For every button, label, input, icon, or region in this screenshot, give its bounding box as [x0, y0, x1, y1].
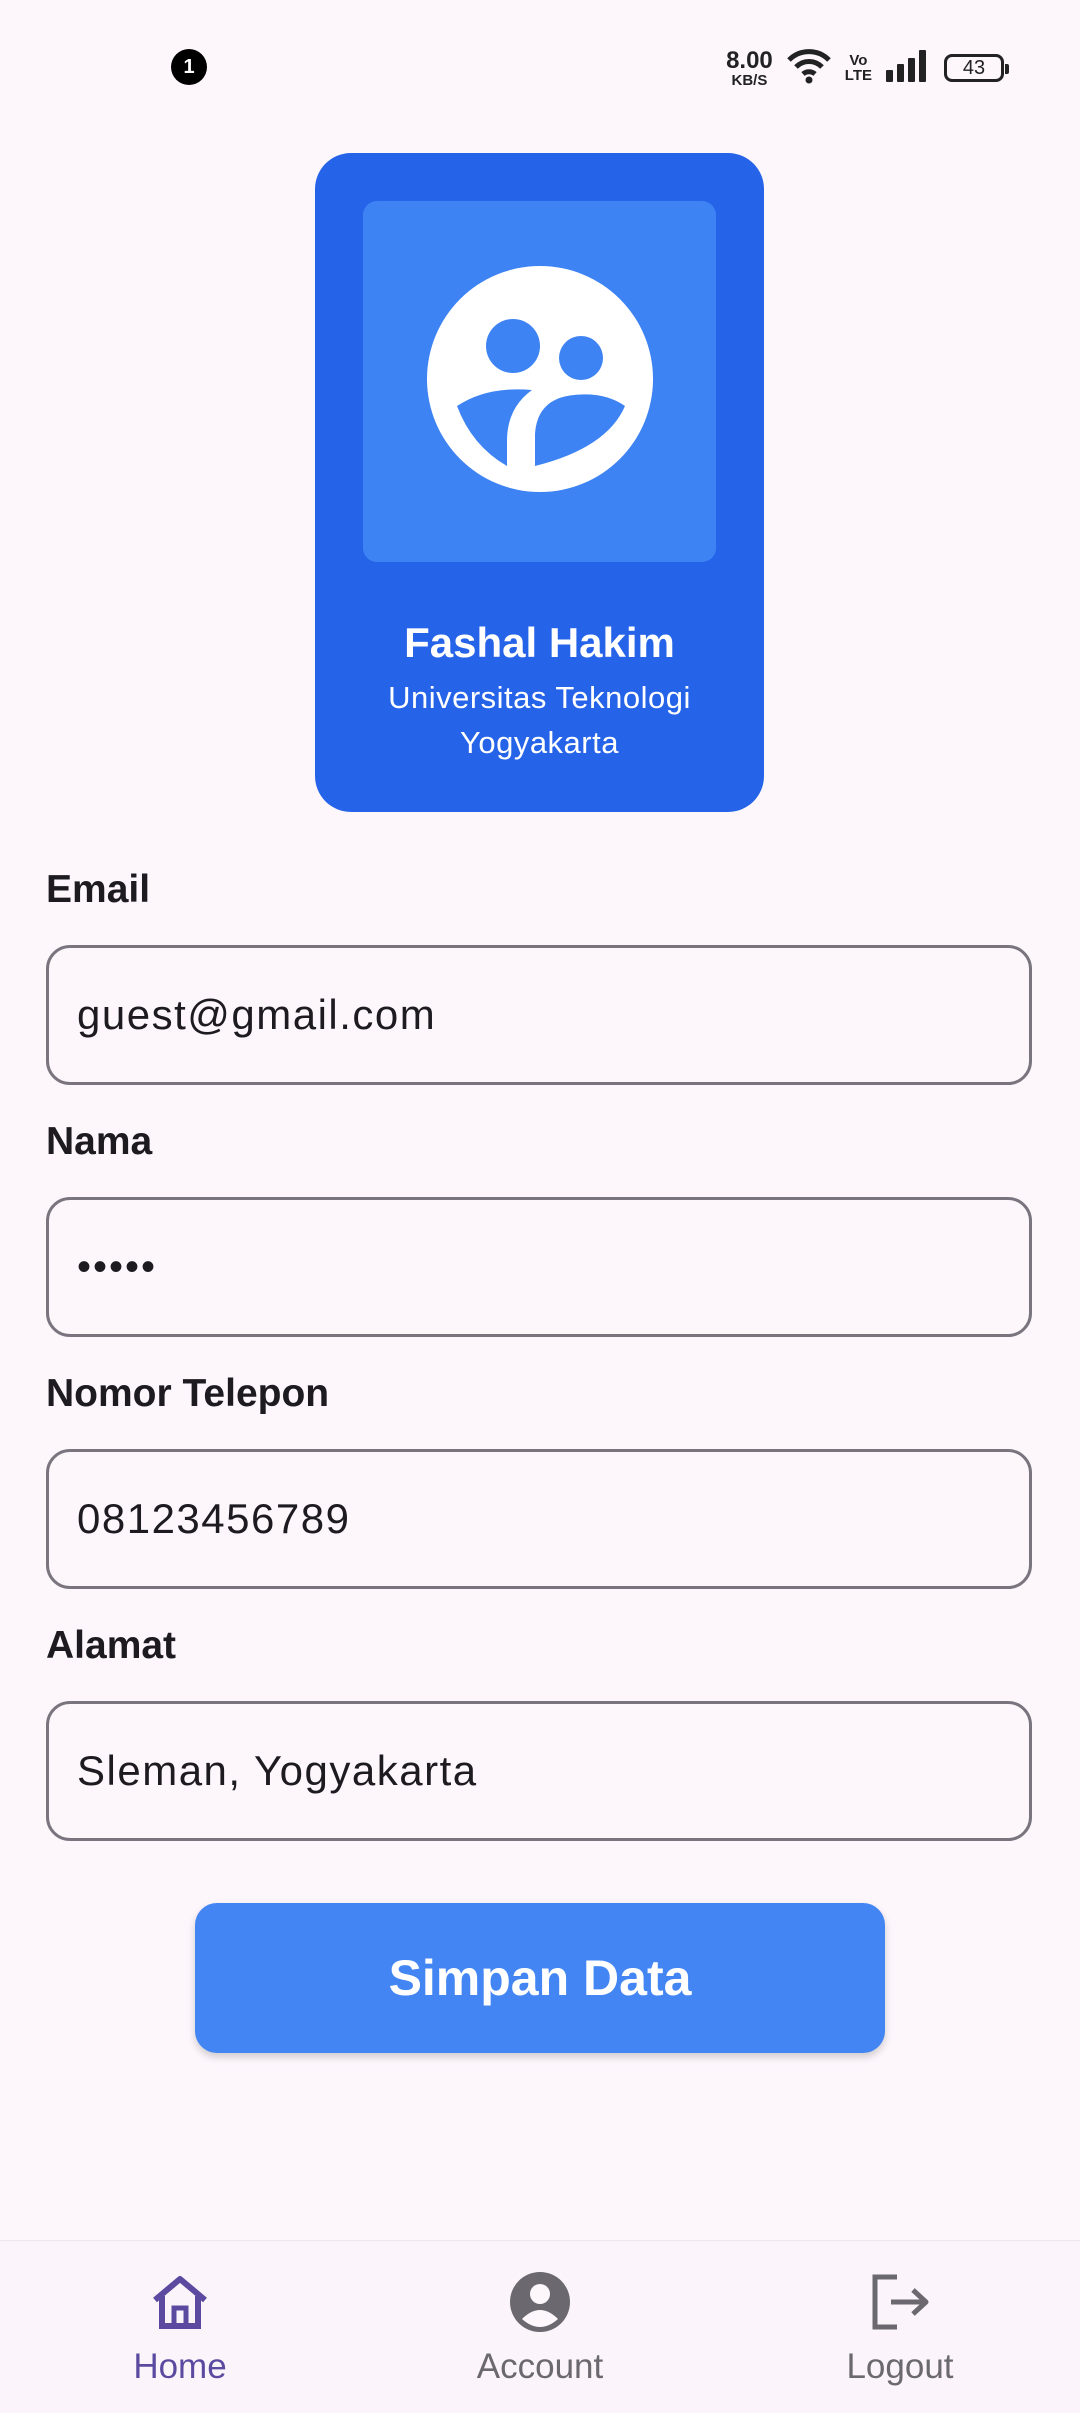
- phone-field[interactable]: 08123456789: [46, 1449, 1032, 1589]
- university-line-2: Yogyakarta: [460, 725, 619, 760]
- signal-icon: [886, 49, 930, 87]
- status-bar: 1 8.00 KB/S Vo LTE 43: [0, 0, 1080, 130]
- profile-name: Fashal Hakim: [404, 619, 675, 666]
- battery-level: 43: [962, 56, 986, 79]
- profile-image-frame: [363, 201, 716, 562]
- status-icons: 8.00 KB/S Vo LTE 43: [726, 46, 1009, 90]
- home-icon: [149, 2269, 211, 2335]
- notification-badge: 1: [171, 49, 207, 85]
- nav-home-label: Home: [133, 2347, 227, 2386]
- nav-logout-label: Logout: [846, 2347, 954, 2386]
- volte-indicator: Vo LTE: [845, 53, 872, 83]
- bottom-navigation: Home Account Logout: [0, 2240, 1080, 2413]
- nav-home[interactable]: Home: [0, 2241, 360, 2413]
- nama-value: •••••: [77, 1244, 158, 1289]
- nav-account[interactable]: Account: [360, 2241, 720, 2413]
- nama-field[interactable]: •••••: [46, 1197, 1032, 1337]
- nav-account-label: Account: [476, 2347, 604, 2386]
- email-label: Email: [46, 868, 151, 911]
- nav-logout[interactable]: Logout: [720, 2241, 1080, 2413]
- profile-card: Fashal Hakim Universitas Teknologi Yogya…: [315, 153, 764, 812]
- volte-top: Vo: [849, 52, 868, 69]
- group-avatar-icon: [426, 266, 653, 497]
- profile-university: Universitas Teknologi Yogyakarta: [355, 675, 724, 765]
- network-speed-value: 8.00: [726, 46, 773, 74]
- nama-label: Nama: [46, 1120, 153, 1163]
- email-field[interactable]: guest@gmail.com: [46, 945, 1032, 1085]
- address-field[interactable]: Sleman, Yogyakarta: [46, 1701, 1032, 1841]
- volte-bottom: LTE: [844, 67, 872, 84]
- account-circle-icon: [509, 2269, 571, 2335]
- wifi-icon: [786, 48, 831, 89]
- network-speed-unit: KB/S: [731, 71, 768, 89]
- email-value: guest@gmail.com: [77, 991, 437, 1038]
- battery-icon: 43: [944, 54, 1009, 82]
- address-value: Sleman, Yogyakarta: [77, 1747, 478, 1794]
- network-speed: 8.00 KB/S: [726, 46, 773, 89]
- phone-label: Nomor Telepon: [46, 1372, 330, 1415]
- logout-icon: [869, 2269, 931, 2335]
- phone-value: 08123456789: [77, 1495, 351, 1542]
- address-label: Alamat: [46, 1624, 177, 1667]
- save-data-button[interactable]: Simpan Data: [195, 1903, 885, 2053]
- university-line-1: Universitas Teknologi: [388, 680, 691, 715]
